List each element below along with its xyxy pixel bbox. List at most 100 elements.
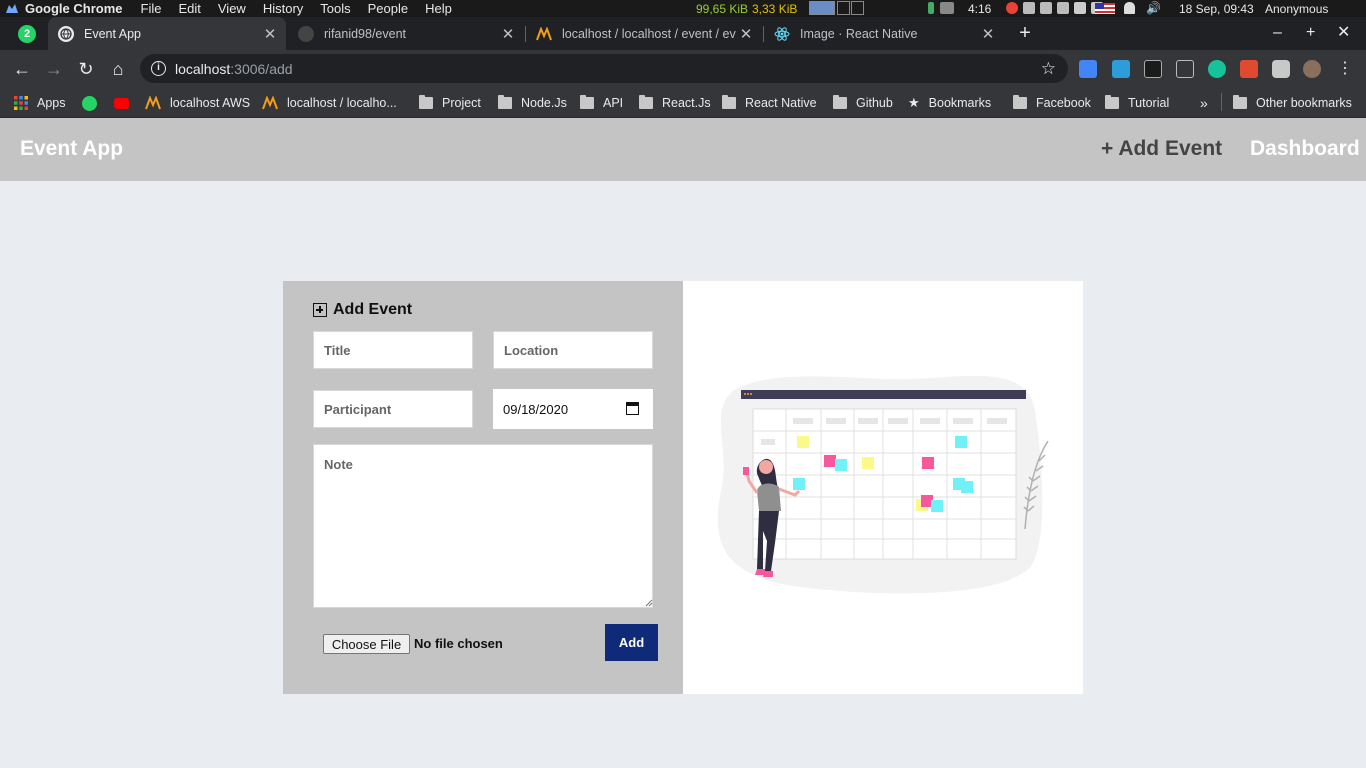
tab-close-icon[interactable]: ✕ (498, 25, 518, 43)
home-button[interactable]: ⌂ (106, 57, 130, 81)
user-name[interactable]: Anonymous (1265, 2, 1328, 16)
clipboard-tray-icon[interactable] (1040, 2, 1052, 14)
tab-event-app[interactable]: Event App ✕ (48, 17, 286, 50)
choose-file-button[interactable]: Choose File (323, 634, 410, 654)
distro-logo-icon[interactable] (5, 2, 19, 16)
net-download-rate: 99,65 KiB (696, 1, 749, 16)
grammarly-icon[interactable] (1208, 60, 1226, 78)
menu-people[interactable]: People (368, 1, 408, 16)
whatsapp-pinned-tab[interactable]: 2 (18, 25, 36, 43)
os-top-bar: Google Chrome File Edit View History Too… (0, 0, 1366, 17)
youtube-icon (114, 97, 129, 109)
extension-window-icon[interactable] (1176, 60, 1194, 78)
form-heading: Add Event (313, 301, 412, 319)
calendar-icon[interactable] (626, 402, 639, 415)
chrome-tray-icon[interactable] (1006, 2, 1018, 14)
minimize-window-button[interactable]: – (1273, 24, 1282, 42)
bookmark-youtube[interactable] (114, 94, 138, 112)
monitor-icon[interactable] (940, 2, 954, 14)
phpmyadmin-icon (536, 26, 552, 42)
bookmark-folder-bookmarks[interactable]: ★ Bookmarks (908, 94, 991, 112)
bookmark-folder-tutorial[interactable]: Tutorial (1105, 94, 1169, 112)
title-input[interactable] (313, 331, 473, 369)
battery-icon[interactable] (928, 2, 934, 14)
notification-bell-icon[interactable] (1124, 2, 1135, 14)
menu-history[interactable]: History (263, 1, 303, 16)
bookmark-other-bookmarks[interactable]: Other bookmarks (1233, 94, 1352, 112)
bookmark-apps[interactable]: Apps (14, 94, 66, 112)
tab-close-icon[interactable]: ✕ (260, 25, 280, 43)
bluetooth-icon[interactable] (1074, 2, 1086, 14)
bookmark-whatsapp[interactable] (82, 94, 106, 112)
sticky-note-yellow (797, 436, 809, 448)
google-translate-icon[interactable] (1079, 60, 1097, 78)
location-input[interactable] (493, 331, 653, 369)
bookmark-star-icon[interactable]: ☆ (1041, 59, 1056, 79)
extension-c-icon[interactable] (1240, 60, 1258, 78)
note-textarea[interactable] (313, 444, 653, 608)
profile-avatar[interactable] (1303, 60, 1321, 78)
menu-file[interactable]: File (141, 1, 162, 16)
bookmark-folder-project[interactable]: Project (419, 94, 481, 112)
menu-view[interactable]: View (218, 1, 246, 16)
bookmark-folder-nodejs[interactable]: Node.Js (498, 94, 567, 112)
site-info-icon[interactable]: i (151, 61, 166, 76)
bookmark-folder-github[interactable]: Github (833, 94, 893, 112)
reload-button[interactable]: ↻ (74, 57, 98, 81)
close-window-button[interactable]: ✕ (1337, 24, 1350, 42)
menu-tools[interactable]: Tools (320, 1, 350, 16)
extensions-puzzle-icon[interactable] (1272, 60, 1290, 78)
sync-tray-icon[interactable] (1057, 2, 1069, 14)
menu-help[interactable]: Help (425, 1, 452, 16)
url-host: localhost (175, 60, 231, 77)
back-button[interactable]: ← (10, 57, 34, 81)
menu-edit[interactable]: Edit (178, 1, 200, 16)
window-dot (750, 393, 752, 395)
tab-github[interactable]: rifanid98/event ✕ (288, 17, 524, 50)
tab-close-icon[interactable]: ✕ (736, 25, 756, 43)
volume-icon[interactable]: 🔊 (1146, 1, 1161, 15)
resize-grip-icon[interactable] (645, 599, 653, 607)
tab-phpmyadmin[interactable]: localhost / localhost / event / ev ✕ (526, 17, 762, 50)
window-dot (747, 393, 749, 395)
add-submit-button[interactable]: Add (605, 624, 658, 661)
folder-icon (1013, 95, 1027, 109)
maximize-window-button[interactable]: + (1306, 24, 1315, 42)
system-clock[interactable]: 18 Sep, 09:43 (1179, 2, 1254, 16)
participant-input[interactable] (313, 390, 473, 428)
tab-close-icon[interactable]: ✕ (978, 25, 998, 43)
folder-icon (639, 95, 653, 109)
workspace-1[interactable] (809, 1, 835, 15)
browser-tab-strip: 2 Event App ✕ rifanid98/event ✕ localhos… (0, 17, 1366, 50)
bookmark-folder-react-native[interactable]: React Native (722, 94, 817, 112)
bookmark-localhost-phpmyadmin[interactable]: localhost / localho... (262, 94, 397, 112)
react-icon (774, 26, 790, 42)
bookmark-folder-reactjs[interactable]: React.Js (639, 94, 711, 112)
workspace-3[interactable] (851, 1, 864, 15)
new-tab-button[interactable]: + (1014, 23, 1036, 45)
system-tray-left (928, 2, 954, 14)
app-brand[interactable]: Event App (20, 137, 123, 161)
nav-dashboard-link[interactable]: Dashboard (1250, 137, 1360, 161)
plus-square-icon (313, 303, 327, 317)
tab-react-native[interactable]: Image · React Native ✕ (764, 17, 1004, 50)
battery-time: 4:16 (968, 1, 992, 16)
chrome-menu-icon[interactable]: ⋮ (1333, 57, 1357, 81)
address-bar[interactable]: i localhost:3006/add ☆ (140, 54, 1068, 83)
bookmark-localhost-aws[interactable]: localhost AWS (145, 94, 250, 112)
bookmark-folder-api[interactable]: API (580, 94, 623, 112)
extension-screen-icon[interactable] (1112, 60, 1130, 78)
star-icon: ★ (908, 95, 920, 110)
nav-add-event-link[interactable]: + Add Event (1101, 137, 1222, 161)
active-app-name[interactable]: Google Chrome (25, 1, 123, 16)
bookmark-folder-facebook[interactable]: Facebook (1013, 94, 1091, 112)
file-status-text: No file chosen (414, 636, 503, 651)
chat-tray-icon[interactable] (1023, 2, 1035, 14)
date-input[interactable]: 09/18/2020 (493, 389, 653, 429)
forward-button[interactable]: → (42, 57, 66, 81)
bookmarks-overflow-button[interactable]: » (1200, 94, 1208, 112)
extension-cube-icon[interactable] (1144, 60, 1162, 78)
folder-icon (722, 95, 736, 109)
us-flag-icon[interactable] (1095, 3, 1115, 14)
workspace-2[interactable] (837, 1, 850, 15)
